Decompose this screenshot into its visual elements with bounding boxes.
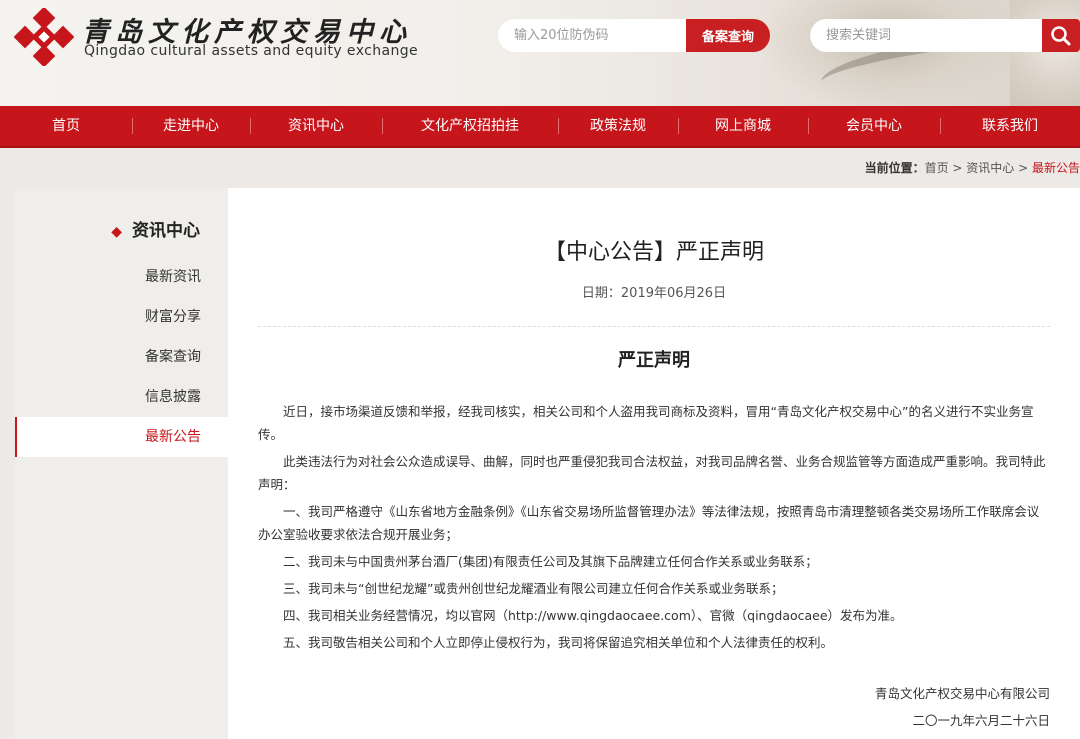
header-decoration-flower: [1010, 0, 1080, 106]
site-header: 青岛文化产权交易中心 Qingdao cultural assets and e…: [0, 0, 1080, 106]
breadcrumb-section[interactable]: 资讯中心: [966, 161, 1014, 175]
breadcrumb-current[interactable]: 最新公告: [1032, 161, 1080, 175]
article-paragraph: 二、我司未与中国贵州茅台酒厂(集团)有限责任公司及其旗下品牌建立任何合作关系或业…: [283, 554, 818, 569]
article-paragraph: 三、我司未与“创世纪龙耀”或贵州创世纪龙耀酒业有限公司建立任何合作关系或业务联系…: [283, 581, 784, 596]
anti-counterfeit-input[interactable]: [498, 19, 698, 52]
breadcrumb-separator: >: [1014, 161, 1032, 175]
article-date: 日期：2019年06月26日: [581, 286, 727, 301]
signature-date: 二〇一九年六月二十六日: [912, 713, 1050, 728]
article-paragraph: 近日，接市场渠道反馈和举报，经我司核实，相关公司和个人盗用我司商标及资料，冒用“…: [258, 404, 1034, 442]
sidebar-item-disclosure[interactable]: 信息披露: [15, 377, 228, 417]
search-input[interactable]: [810, 19, 1050, 52]
sidebar-item-latest-news[interactable]: 最新资讯: [15, 257, 228, 297]
article-paragraph: 四、我司相关业务经营情况，均以官网（http://www.qingdaocaee…: [283, 608, 903, 623]
nav-auction[interactable]: 文化产权招拍挂: [382, 106, 558, 146]
anti-counterfeit-search: 备案查询: [498, 19, 770, 52]
article-panel: 【中心公告】严正声明 日期：2019年06月26日 严正声明 近日，接市场渠道反…: [228, 188, 1080, 739]
sidebar-title: ◆ 资讯中心: [111, 216, 200, 241]
breadcrumb-home[interactable]: 首页: [925, 161, 949, 175]
breadcrumb-separator: >: [948, 161, 967, 175]
nav-member[interactable]: 会员中心: [808, 106, 940, 146]
divider: [258, 326, 1050, 327]
site-search: [810, 19, 1080, 52]
article-paragraph: 一、我司严格遵守《山东省地方金融条例》《山东省交易场所监督管理办法》等法律法规，…: [258, 504, 1040, 542]
logo-icon[interactable]: [14, 8, 74, 66]
nav-about[interactable]: 走进中心: [132, 106, 250, 146]
article-body: 近日，接市场渠道反馈和举报，经我司核实，相关公司和个人盗用我司商标及资料，冒用“…: [258, 400, 1050, 658]
sidebar-title-text: 资讯中心: [132, 221, 200, 241]
sidebar-item-filing-query[interactable]: 备案查询: [15, 337, 228, 377]
sidebar-item-announcements[interactable]: 最新公告: [15, 417, 228, 457]
search-button[interactable]: [1042, 19, 1080, 52]
search-icon: [1051, 26, 1071, 46]
article-paragraph: 五、我司敬告相关公司和个人立即停止侵权行为，我司将保留追究相关单位和个人法律责任…: [283, 635, 834, 650]
sidebar: ◆ 资讯中心 最新资讯 财富分享 备案查询 信息披露 最新公告: [15, 188, 228, 739]
nav-home[interactable]: 首页: [0, 106, 132, 146]
signature-company: 青岛文化产权交易中心有限公司: [874, 686, 1050, 701]
diamond-icon: ◆: [111, 224, 122, 240]
logo-title-en: Qingdao cultural assets and equity excha…: [84, 43, 419, 59]
filing-query-button[interactable]: 备案查询: [686, 19, 770, 52]
article-paragraph: 此类违法行为对社会公众造成误导、曲解，同时也严重侵犯我司合法权益，对我司品牌名誉…: [258, 454, 1046, 492]
nav-mall[interactable]: 网上商城: [678, 106, 808, 146]
breadcrumb-label: 当前位置：: [864, 161, 925, 175]
breadcrumb: 当前位置：首页 > 资讯中心 > 最新公告: [865, 148, 1080, 188]
article-title: 【中心公告】严正声明: [543, 240, 764, 265]
sidebar-item-wealth-share[interactable]: 财富分享: [15, 297, 228, 337]
nav-policy[interactable]: 政策法规: [558, 106, 678, 146]
nav-contact[interactable]: 联系我们: [940, 106, 1080, 146]
nav-news[interactable]: 资讯中心: [250, 106, 382, 146]
declaration-heading: 严正声明: [618, 350, 690, 371]
main-nav: 首页 走进中心 资讯中心 文化产权招拍挂 政策法规 网上商城 会员中心 联系我们: [0, 106, 1080, 148]
